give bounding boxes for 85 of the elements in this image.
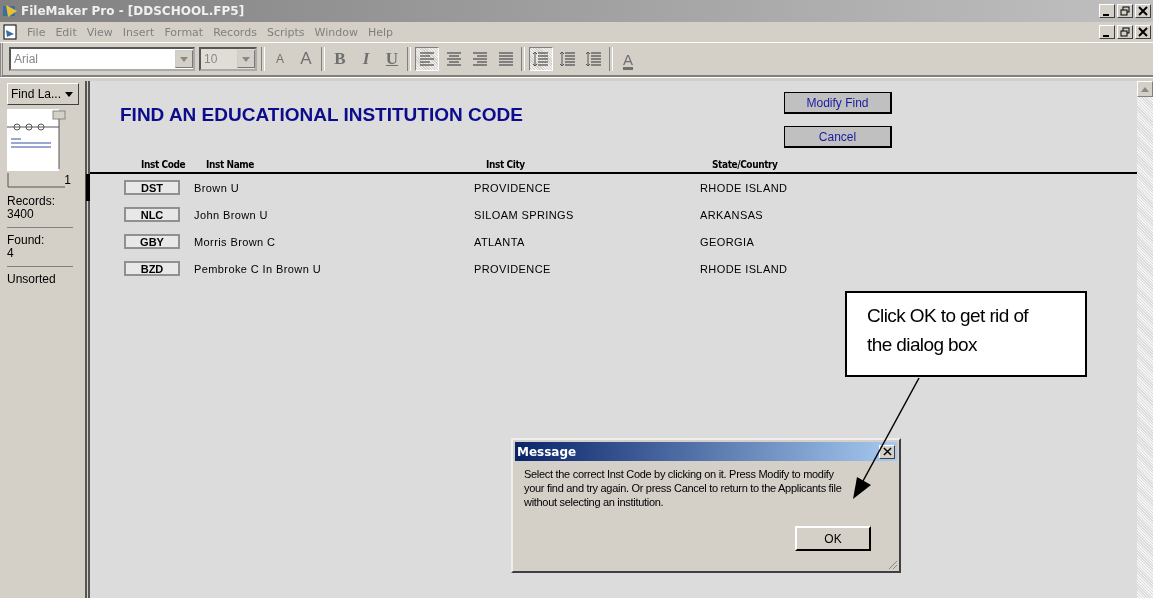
bold-button[interactable]: B [329,47,351,71]
line-spacing-icon [585,51,603,67]
restore-button[interactable] [1117,25,1133,39]
close-icon [1138,27,1148,37]
table-cell: GEORGIA [700,235,755,248]
italic-button[interactable]: I [355,47,377,71]
app-icon [2,3,18,19]
underline-button[interactable]: U [381,47,403,71]
layout-heading: FIND AN EDUCATIONAL INSTITUTION CODE [120,104,524,126]
table-cell: RHODE ISLAND [700,181,788,194]
table-cell-text: PROVIDENCE [474,262,552,275]
minimize-icon [1103,34,1109,37]
table-cell: RHODE ISLAND [700,262,788,275]
align-left-button[interactable] [415,47,439,71]
menu-item[interactable]: Scripts [261,25,310,39]
layout-dropdown[interactable]: Find La... [7,83,79,105]
caret-icon [180,56,188,62]
window-title: FileMaker Pro - [DDSCHOOL.FP5] [21,4,245,18]
resize-grip-icon [886,558,898,570]
records-count: 3400 [7,208,35,221]
font-size-dropdown[interactable]: 10 [199,47,257,71]
table-cell: ARKANSAS [700,208,764,221]
alignment-icon [418,51,436,67]
close-button[interactable] [879,444,895,459]
caret-icon [65,91,74,97]
found-count: 4 [7,247,15,260]
sort-status: Unsorted [7,273,57,286]
table-cell-text: Morris Brown C [194,235,277,248]
inst-code-button[interactable]: GBY [124,234,180,249]
inst-code-button[interactable]: DST [124,180,180,195]
menu-item[interactable]: Edit [50,25,82,39]
table-cell-text: PROVIDENCE [474,181,552,194]
alignment-icon [497,51,515,67]
records-label: Records: [7,195,57,208]
restore-icon [1120,27,1130,37]
document-icon [2,24,18,40]
minimize-icon [1103,13,1109,16]
font-dropdown[interactable]: Arial [9,47,195,71]
column-header: Inst Code [141,158,187,170]
close-button[interactable] [1135,4,1151,18]
column-header: Inst Name [206,158,256,170]
scroll-up-button[interactable] [1137,81,1153,97]
minimize-button[interactable] [1099,4,1115,18]
cancel-button[interactable]: Cancel [784,126,892,148]
caret-icon [242,56,250,62]
restore-icon [1120,6,1130,16]
callout-box: Click OK to get rid of the dialog box [845,291,1087,377]
column-header: Inst City [486,158,526,170]
dialog-message: Select the correct Inst Code by clicking on it. Press Modify to modify your find and try again. Or press Cancel to return to the Applicants file without selecting an institution. [524,467,843,509]
table-cell-text: SILOAM SPRINGS [474,208,575,221]
inst-code-button[interactable]: NLC [124,207,180,222]
dialog-title: Message [517,444,577,459]
menu-item[interactable]: Insert [117,25,160,39]
minimize-button[interactable] [1099,25,1115,39]
found-label: Found: [7,234,46,247]
table-cell-text: ATLANTA [474,235,526,248]
vertical-scrollbar[interactable] [1137,81,1153,598]
table-cell-text: John Brown U [194,208,269,221]
spacing-single-button[interactable] [529,47,553,71]
menu-item[interactable]: Help [362,25,398,39]
ok-button[interactable]: OK [795,526,871,551]
book-icon[interactable] [7,109,67,189]
line-spacing-icon [559,51,577,67]
up-arrow-icon [1141,86,1149,92]
text-color-button[interactable]: A [617,47,639,71]
restore-button[interactable] [1117,4,1133,18]
page-number: 1 [64,173,71,187]
menu-item[interactable]: View [81,25,118,39]
close-button[interactable] [1135,25,1151,39]
table-cell-text: Brown U [194,181,240,194]
shrink-button[interactable]: A [269,47,291,71]
grow-button[interactable]: A [295,47,317,71]
menu-item[interactable]: File [22,25,51,39]
close-icon [1138,6,1148,16]
modify-find-button[interactable]: Modify Find [784,92,892,114]
close-icon [882,447,892,456]
line-spacing-icon [532,51,550,67]
alignment-icon [471,51,489,67]
column-header: State/Country [712,158,778,170]
table-cell-text: Pembroke C In Brown U [194,262,322,275]
alignment-icon [445,51,463,67]
menu-item[interactable]: Window [309,25,363,39]
menu-item[interactable]: Records [208,25,262,39]
menu-item[interactable]: Format [159,25,209,39]
inst-code-button[interactable]: BZD [124,261,180,276]
